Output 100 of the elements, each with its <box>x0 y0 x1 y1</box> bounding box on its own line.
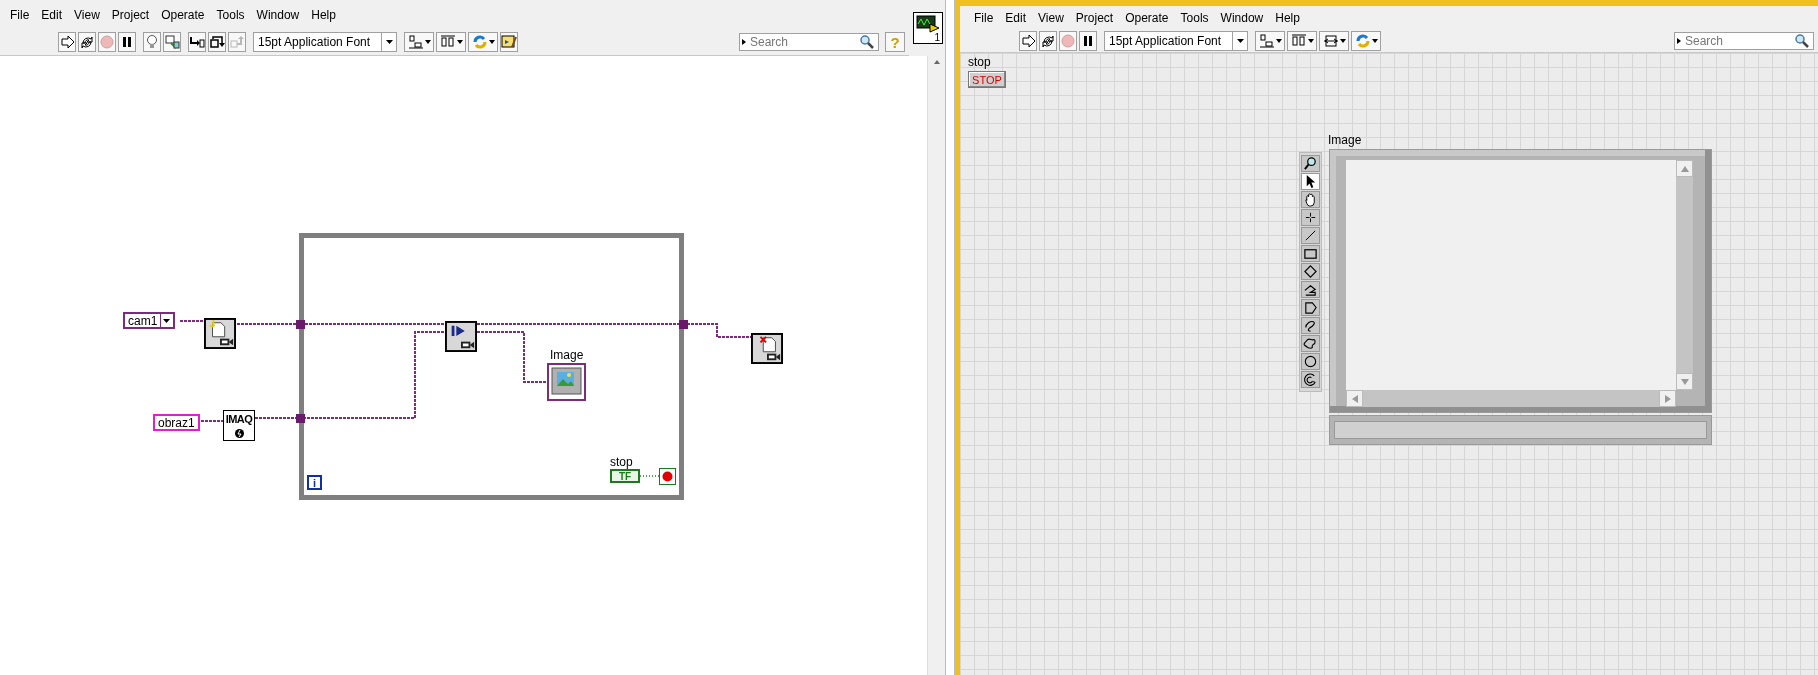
menu-item[interactable]: Window <box>250 7 306 22</box>
bolt-icon <box>234 429 244 438</box>
search-field[interactable]: Search <box>739 33 879 51</box>
tool-button[interactable] <box>1301 173 1320 190</box>
menu-item[interactable]: Tools <box>1174 11 1215 25</box>
search-icon <box>859 34 875 50</box>
tool-button[interactable] <box>1301 353 1320 370</box>
pause-button[interactable] <box>118 32 136 52</box>
search-field[interactable]: Search <box>1674 32 1814 50</box>
run-continuously-button[interactable] <box>1039 31 1057 51</box>
caret-icon <box>1371 39 1378 43</box>
reorder-button[interactable] <box>468 32 498 52</box>
tool-button[interactable] <box>1301 281 1320 298</box>
step-into-button[interactable] <box>188 32 206 52</box>
up-arrow-icon <box>1680 165 1689 172</box>
menu-item[interactable]: Project <box>1069 11 1120 25</box>
new-document-camera-icon[interactable] <box>204 318 236 349</box>
align-objects-icon <box>407 34 424 50</box>
menu-item[interactable]: Edit <box>35 7 69 22</box>
while-loop[interactable] <box>299 233 684 500</box>
run-arrow-icon <box>59 34 75 50</box>
tool-button[interactable] <box>1301 227 1320 244</box>
caret-icon <box>1307 39 1314 43</box>
menu-item[interactable]: Edit <box>999 11 1033 25</box>
reorder-arrows-icon <box>471 34 488 50</box>
step-over-icon <box>209 34 225 50</box>
menu-item[interactable]: Tools <box>210 7 251 22</box>
distribute-button[interactable] <box>1287 31 1317 51</box>
menu-item[interactable]: Project <box>105 7 156 22</box>
align-button[interactable] <box>1255 31 1285 51</box>
cleanup-button[interactable] <box>500 32 518 52</box>
run-button[interactable] <box>1019 31 1037 51</box>
control-label: Image <box>1328 133 1362 147</box>
menu-item[interactable]: Operate <box>155 7 211 22</box>
step-over-button[interactable] <box>208 32 226 52</box>
menu-item[interactable]: View <box>68 7 106 22</box>
image-display[interactable] <box>1329 149 1712 413</box>
stop-circle-icon <box>99 34 115 50</box>
caret-icon <box>424 40 431 44</box>
distribute-button[interactable] <box>436 32 466 52</box>
image-terminal-icon[interactable] <box>547 363 586 401</box>
font-dropdown[interactable]: 15pt Application Font <box>1104 31 1248 51</box>
magnifier-icon <box>1303 156 1318 171</box>
delete-document-camera-icon[interactable] <box>751 333 783 364</box>
menu-item[interactable]: Help <box>1269 11 1306 25</box>
loop-arrows-icon <box>79 34 95 50</box>
tool-button[interactable] <box>1301 299 1320 316</box>
caret-icon <box>1675 36 1683 46</box>
imaq-create-node[interactable]: IMAQ <box>223 410 255 441</box>
loop-arrows-icon <box>1040 33 1056 49</box>
menu-item[interactable]: Operate <box>1119 11 1175 25</box>
align-button[interactable] <box>404 32 434 52</box>
tool-button[interactable] <box>1301 191 1320 208</box>
tunnel <box>679 320 688 329</box>
tunnel <box>296 320 305 329</box>
rectangle-icon <box>1303 246 1318 261</box>
resize-objects-icon <box>1322 33 1339 49</box>
resize-button[interactable] <box>1319 31 1349 51</box>
retain-button[interactable] <box>163 32 181 52</box>
circle-icon <box>1303 354 1318 369</box>
probe-icon <box>164 34 180 50</box>
caret-icon <box>1236 39 1244 43</box>
pause-button[interactable] <box>1079 31 1097 51</box>
string-constant[interactable]: obraz1 <box>153 414 200 431</box>
tool-button[interactable] <box>1301 245 1320 262</box>
highlight-button[interactable] <box>143 32 161 52</box>
freehand-region-icon <box>1303 336 1318 351</box>
tool-button[interactable] <box>1301 155 1320 172</box>
tool-button[interactable] <box>1301 209 1320 226</box>
freehand-line-icon <box>1303 318 1318 333</box>
run-button[interactable] <box>58 32 76 52</box>
caret-icon <box>1275 39 1282 43</box>
diagram-broom-icon <box>501 34 517 50</box>
font-dropdown[interactable]: 15pt Application Font <box>253 32 397 52</box>
caret-icon <box>385 40 393 44</box>
hand-icon <box>1303 192 1318 207</box>
tool-button[interactable] <box>1301 317 1320 334</box>
tool-button[interactable] <box>1301 335 1320 352</box>
menu-item[interactable]: View <box>1032 11 1070 25</box>
menu-item[interactable]: File <box>968 11 1000 25</box>
caret-icon <box>488 40 495 44</box>
stop-condition-icon[interactable] <box>659 468 676 485</box>
run-arrow-icon <box>1020 33 1036 49</box>
menu-item[interactable]: File <box>4 7 36 22</box>
play-camera-icon[interactable] <box>445 321 477 352</box>
run-continuously-button[interactable] <box>78 32 96 52</box>
connector-pane[interactable]: 1 <box>913 12 943 44</box>
reorder-button[interactable] <box>1351 31 1381 51</box>
annulus-icon <box>1303 372 1318 387</box>
step-out-icon <box>229 34 245 50</box>
session-constant[interactable]: cam1 <box>123 312 176 329</box>
boolean-terminal[interactable]: TF <box>610 469 640 483</box>
caret-icon <box>740 37 748 47</box>
menu-item[interactable]: Window <box>1214 11 1270 25</box>
reorder-arrows-icon <box>1354 33 1371 49</box>
line-icon <box>1303 228 1318 243</box>
menu-item[interactable]: Help <box>305 7 342 22</box>
tool-button[interactable] <box>1301 263 1320 280</box>
light-bulb-icon <box>144 34 160 50</box>
tool-button[interactable] <box>1301 371 1320 388</box>
